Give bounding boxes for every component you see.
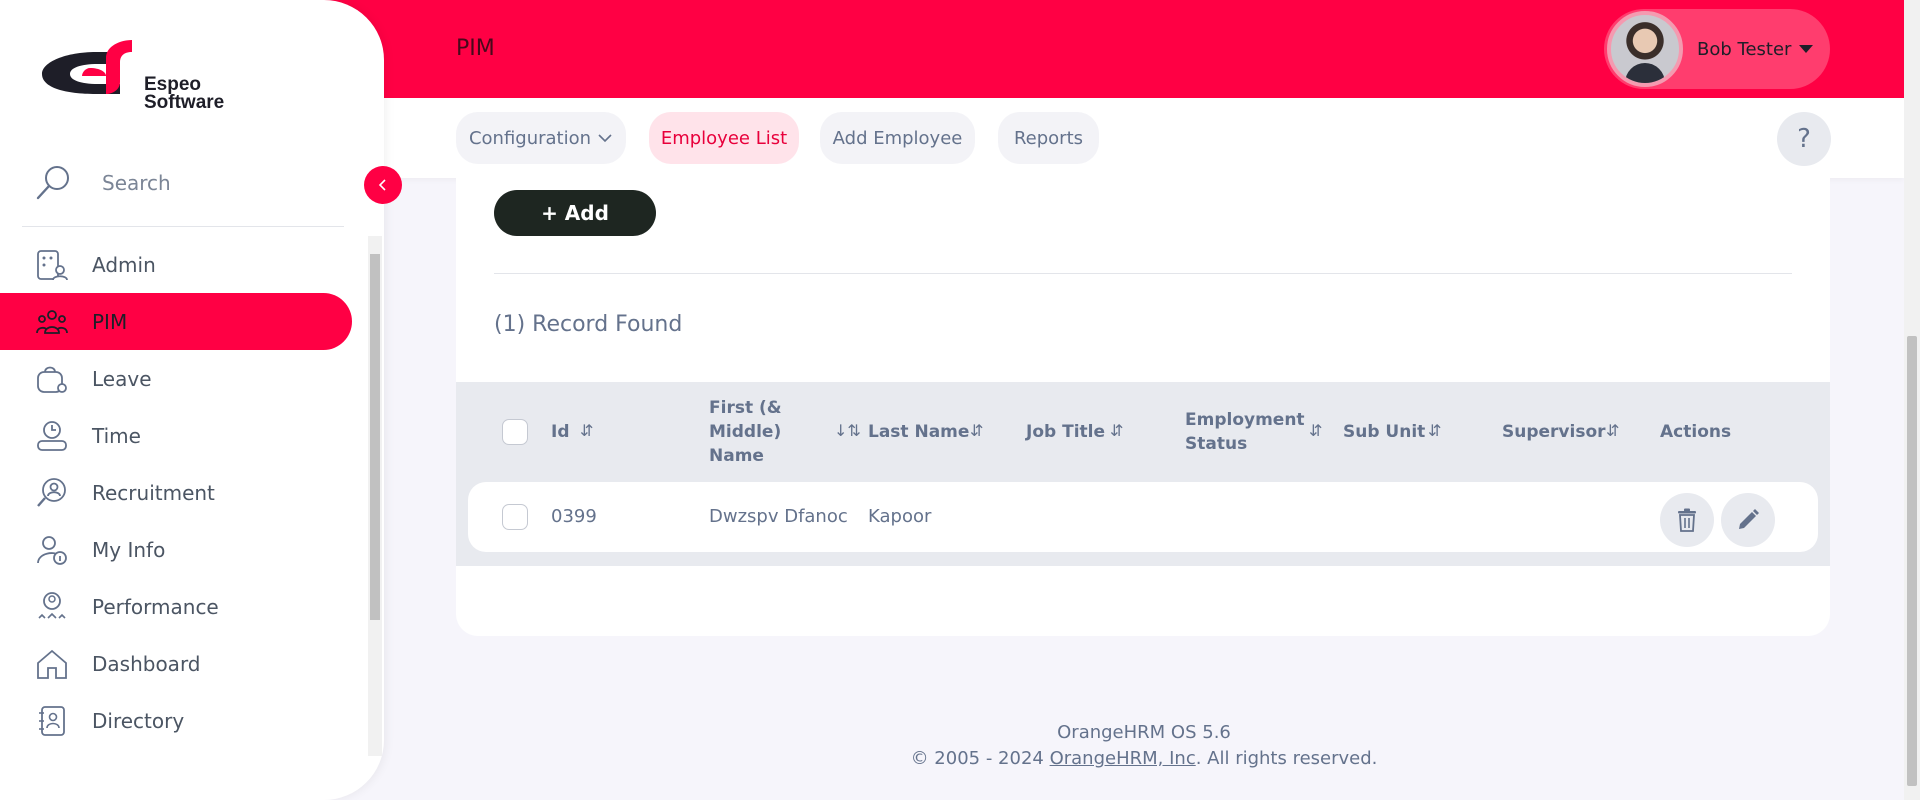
page-scrollbar[interactable] — [1904, 0, 1920, 800]
time-icon — [34, 418, 70, 454]
sidebar-scrollbar[interactable] — [368, 236, 382, 756]
sort-icon[interactable]: ⇵ — [1428, 421, 1441, 440]
sidebar-item-label: Dashboard — [92, 651, 201, 676]
cell-first-middle-name: Dwzspv Dfanoc — [709, 506, 848, 527]
row-checkbox[interactable] — [502, 504, 528, 530]
tab-add-employee[interactable]: Add Employee — [820, 112, 975, 164]
sort-icon[interactable]: ⇵ — [1606, 421, 1619, 440]
employee-list-card: + Add (1) Record Found Id ⇵ First (& Mid… — [456, 178, 1830, 636]
help-button[interactable]: ? — [1777, 112, 1831, 166]
sidebar-item-recruitment[interactable]: Recruitment — [0, 464, 360, 521]
trash-icon — [1678, 508, 1696, 532]
sidebar-item-admin[interactable]: Admin — [0, 236, 360, 293]
user-name: Bob Tester — [1697, 38, 1792, 60]
sidebar-item-label: Recruitment — [92, 480, 215, 505]
tab-reports[interactable]: Reports — [998, 112, 1099, 164]
tab-label: Add Employee — [832, 127, 963, 149]
sidebar-search[interactable]: Search — [34, 164, 171, 202]
sort-icon[interactable]: ⇵ — [580, 421, 593, 440]
my-info-icon — [34, 532, 70, 568]
column-header-employment-status: Employment Status — [1185, 410, 1305, 454]
select-all-checkbox[interactable] — [502, 419, 528, 445]
sort-icon[interactable]: ⇵ — [1309, 421, 1322, 440]
copyright-prefix: © 2005 - 2024 — [910, 748, 1050, 769]
sidebar-item-pim[interactable]: PIM — [0, 293, 352, 350]
company-link[interactable]: OrangeHRM, Inc — [1050, 748, 1196, 769]
sidebar-item-my-info[interactable]: My Info — [0, 521, 360, 578]
sidebar-collapse-button[interactable] — [364, 166, 402, 204]
page-scrollbar-thumb[interactable] — [1907, 336, 1917, 786]
sidebar-menu: Admin PIM Leave Time Recruitment My Info… — [0, 236, 360, 749]
pim-icon — [34, 304, 70, 340]
tab-employee-list[interactable]: Employee List — [649, 112, 799, 164]
column-header-supervisor: Supervisor — [1502, 422, 1606, 442]
cell-last-name: Kapoor — [868, 506, 932, 527]
sidebar-item-performance[interactable]: Performance — [0, 578, 360, 635]
column-header-actions: Actions — [1660, 422, 1732, 442]
sidebar-divider — [22, 226, 344, 227]
admin-icon — [34, 247, 70, 283]
avatar — [1607, 11, 1683, 87]
logo-text-line2: Software — [144, 92, 224, 113]
column-header-first-middle-name: First (& Middle) Name — [709, 398, 782, 466]
search-placeholder: Search — [102, 171, 171, 195]
pencil-icon — [1739, 509, 1759, 529]
chevron-left-icon — [378, 179, 386, 191]
sidebar-item-label: PIM — [92, 309, 128, 334]
column-header-job-title: Job Title — [1026, 422, 1105, 442]
search-icon — [36, 166, 69, 200]
dashboard-icon — [34, 646, 70, 682]
cell-id: 0399 — [551, 506, 597, 527]
card-divider — [494, 273, 1792, 274]
leave-icon — [34, 361, 70, 397]
user-dropdown[interactable]: Bob Tester — [1604, 9, 1830, 89]
caret-down-icon — [1799, 45, 1814, 53]
recruitment-icon — [34, 475, 70, 511]
sort-icon[interactable]: ⇵ — [1110, 421, 1123, 440]
sidebar-scrollbar-thumb[interactable] — [370, 254, 380, 620]
directory-icon — [34, 703, 70, 739]
edit-button[interactable] — [1721, 493, 1775, 547]
column-header-sub-unit: Sub Unit — [1343, 422, 1426, 442]
sidebar-item-label: Admin — [92, 252, 156, 277]
sidebar-item-label: Directory — [92, 708, 185, 733]
tab-label: Configuration — [468, 127, 592, 149]
sidebar-item-dashboard[interactable]: Dashboard — [0, 635, 360, 692]
sidebar-item-directory[interactable]: Directory — [0, 692, 360, 749]
sort-ascending-icon[interactable]: ↓⇅ — [834, 421, 861, 440]
performance-icon — [34, 589, 70, 625]
table-row[interactable]: 0399 Dwzspv Dfanoc Kapoor — [468, 482, 1818, 552]
table-body: 0399 Dwzspv Dfanoc Kapoor — [456, 482, 1830, 566]
sidebar-item-label: Time — [92, 423, 141, 448]
table-header: Id ⇵ First (& Middle) Name ↓⇅ Last Name … — [456, 382, 1830, 482]
sidebar-item-label: My Info — [92, 537, 166, 562]
sidebar-item-label: Leave — [92, 366, 152, 391]
sidebar-item-leave[interactable]: Leave — [0, 350, 360, 407]
sidebar: Espeo Software Search Admin PIM Leave Ti… — [0, 0, 384, 800]
chevron-down-icon — [598, 134, 612, 143]
column-header-id: Id — [551, 422, 570, 442]
page-title: PIM — [456, 36, 495, 61]
tab-configuration[interactable]: Configuration — [456, 112, 626, 164]
help-icon: ? — [1797, 124, 1811, 154]
sort-icon[interactable]: ⇵ — [970, 421, 983, 440]
company-logo: Espeo Software — [42, 40, 224, 113]
delete-button[interactable] — [1660, 493, 1714, 547]
records-found-label: (1) Record Found — [494, 312, 683, 337]
copyright-suffix: . All rights reserved. — [1195, 748, 1378, 769]
sidebar-item-time[interactable]: Time — [0, 407, 360, 464]
column-header-last-name: Last Name — [868, 422, 970, 442]
tab-label: Reports — [1013, 127, 1084, 149]
add-employee-button[interactable]: + Add — [494, 190, 656, 236]
tab-label: Employee List — [660, 127, 788, 149]
sidebar-item-label: Performance — [92, 594, 219, 619]
